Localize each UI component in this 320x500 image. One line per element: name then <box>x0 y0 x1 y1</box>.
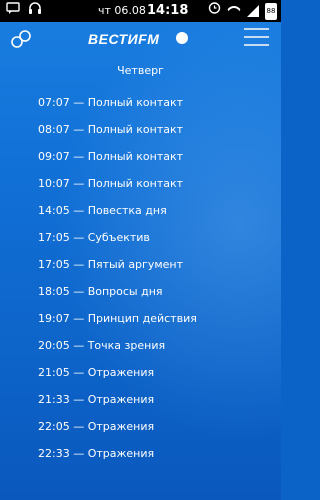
schedule-item[interactable]: 07:07 — Полный контакт <box>38 96 197 123</box>
wifi-icon <box>227 6 241 16</box>
message-icon <box>6 0 20 22</box>
app-header: ВЕСТИFM <box>0 22 281 56</box>
signal-icon <box>247 5 259 17</box>
schedule-item[interactable]: 19:07 — Принцип действия <box>38 312 197 339</box>
headphones-icon <box>28 0 42 22</box>
battery-icon: 88 <box>265 2 277 20</box>
schedule-item[interactable]: 21:33 — Отражения <box>38 393 197 420</box>
vesti-fm-logo: ВЕСТИFM <box>88 31 160 47</box>
schedule-list: 07:07 — Полный контакт 08:07 — Полный ко… <box>38 96 197 474</box>
schedule-item[interactable]: 17:05 — Субъектив <box>38 231 197 258</box>
schedule-item[interactable]: 22:05 — Отражения <box>38 420 197 447</box>
schedule-item[interactable]: 17:05 — Пятый аргумент <box>38 258 197 285</box>
status-bar: чт 06.08 14:18 88 <box>0 0 281 22</box>
schedule-item[interactable]: 22:33 — Отражения <box>38 447 197 474</box>
app-screen: чт 06.08 14:18 88 ВЕСТИFM Четверг 07:07 … <box>0 0 281 500</box>
menu-icon[interactable] <box>244 28 269 48</box>
link-icon[interactable] <box>10 28 32 50</box>
schedule-item[interactable]: 14:05 — Повестка дня <box>38 204 197 231</box>
schedule-item[interactable]: 08:07 — Полный контакт <box>38 123 197 150</box>
schedule-item[interactable]: 10:07 — Полный контакт <box>38 177 197 204</box>
status-time: 14:18 <box>147 3 189 18</box>
status-date: чт 06.08 <box>98 4 146 17</box>
schedule-item[interactable]: 09:07 — Полный контакт <box>38 150 197 177</box>
schedule-item[interactable]: 18:05 — Вопросы дня <box>38 285 197 312</box>
alarm-icon <box>208 0 221 22</box>
day-title: Четверг <box>117 64 164 77</box>
schedule-item[interactable]: 20:05 — Точка зрения <box>38 339 197 366</box>
logo-ball-icon <box>176 32 188 44</box>
schedule-item[interactable]: 21:05 — Отражения <box>38 366 197 393</box>
